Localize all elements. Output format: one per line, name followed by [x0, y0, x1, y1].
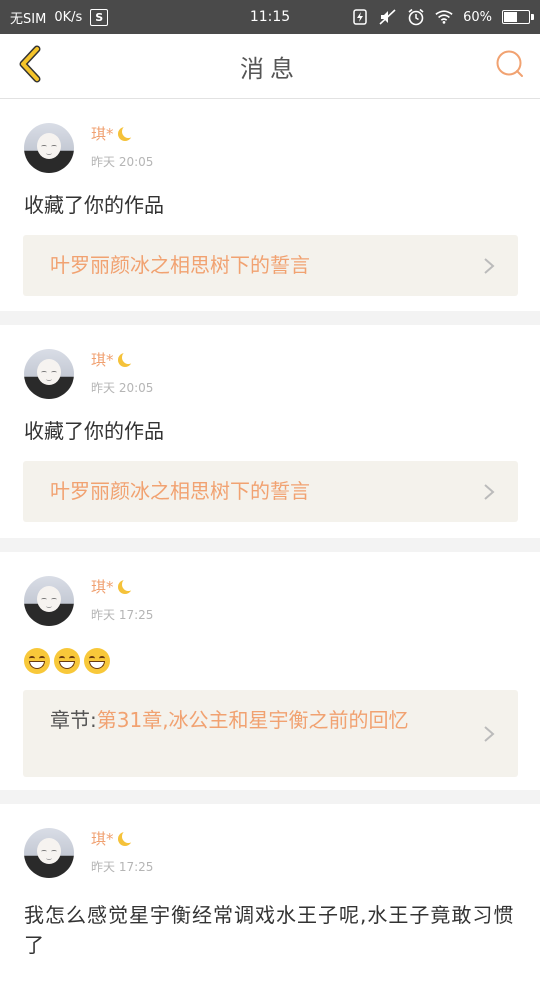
username[interactable]: 琪* — [91, 349, 114, 370]
work-link[interactable]: 叶罗丽颜冰之相思树下的誓言 — [23, 235, 518, 296]
chapter-title: 第31章,冰公主和星宇衡之前的回忆 — [96, 708, 409, 732]
grinning-emoji-icon — [84, 647, 110, 674]
message-content: 收藏了你的作品 — [24, 419, 164, 443]
message-time: 昨天 20:05 — [91, 155, 154, 169]
moon-icon — [116, 829, 135, 847]
message-card[interactable]: 琪* 昨天 20:05 收藏了你的作品 叶罗丽颜冰之相思树下的誓言 — [0, 99, 540, 311]
work-link[interactable]: 叶罗丽颜冰之相思树下的誓言 — [23, 461, 518, 522]
message-content: 我怎么感觉星宇衡经常调戏水王子呢,水王子竟敢习惯了 — [24, 903, 515, 957]
battery-icon — [502, 10, 534, 24]
status-bar: 无SIM 0K/s S 11:15 60% — [0, 0, 540, 34]
search-button[interactable] — [492, 48, 528, 84]
battery-percent: 60% — [463, 9, 492, 25]
emoji-row — [24, 644, 516, 674]
chevron-right-icon — [480, 257, 498, 275]
message-card[interactable]: 琪* 昨天 17:25 章节:第31章,冰公主和星宇衡之前的回忆 — [0, 552, 540, 790]
username[interactable]: 琪* — [91, 576, 114, 597]
work-title: 叶罗丽颜冰之相思树下的誓言 — [50, 479, 310, 503]
wifi-icon — [435, 8, 453, 26]
grinning-emoji-icon — [24, 647, 50, 674]
chevron-right-icon — [480, 725, 498, 743]
message-list: 琪* 昨天 20:05 收藏了你的作品 叶罗丽颜冰之相思树下的誓言 琪* 昨天 … — [0, 99, 540, 984]
app-header: 消息 — [0, 34, 540, 99]
avatar[interactable] — [24, 828, 74, 878]
moon-icon — [116, 577, 135, 595]
charging-icon — [351, 8, 369, 26]
moon-icon — [116, 124, 135, 142]
work-title: 叶罗丽颜冰之相思树下的誓言 — [50, 253, 310, 277]
mute-icon — [379, 8, 397, 26]
page-title: 消息 — [240, 54, 300, 83]
clock: 11:15 — [249, 9, 291, 25]
message-time: 昨天 20:05 — [91, 381, 154, 395]
message-card[interactable]: 琪* 昨天 17:25 我怎么感觉星宇衡经常调戏水王子呢,水王子竟敢习惯了 — [0, 804, 540, 984]
chevron-right-icon — [480, 483, 498, 501]
avatar[interactable] — [24, 576, 74, 626]
username[interactable]: 琪* — [91, 828, 114, 849]
chapter-label: 章节: — [50, 708, 97, 732]
username[interactable]: 琪* — [91, 123, 114, 144]
message-content: 收藏了你的作品 — [24, 193, 164, 217]
alarm-icon — [407, 8, 425, 26]
message-card[interactable]: 琪* 昨天 20:05 收藏了你的作品 叶罗丽颜冰之相思树下的誓言 — [0, 325, 540, 538]
avatar[interactable] — [24, 123, 74, 173]
search-icon — [495, 49, 525, 83]
moon-icon — [116, 350, 135, 368]
chapter-link[interactable]: 章节:第31章,冰公主和星宇衡之前的回忆 — [23, 690, 518, 777]
message-time: 昨天 17:25 — [91, 860, 154, 874]
message-time: 昨天 17:25 — [91, 608, 154, 622]
grinning-emoji-icon — [54, 647, 80, 674]
avatar[interactable] — [24, 349, 74, 399]
